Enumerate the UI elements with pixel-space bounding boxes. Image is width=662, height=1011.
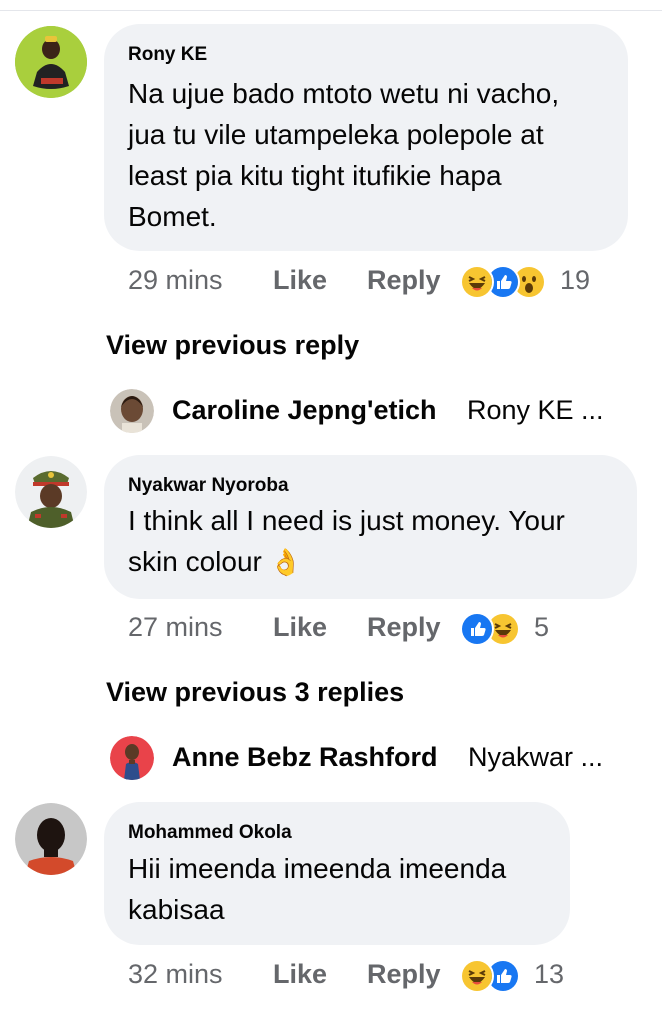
reaction-summary[interactable]: 19	[460, 265, 591, 299]
comment-text: Hii imeenda imeenda imeenda kabisaa	[128, 853, 507, 925]
reply-snippet: Rony KE ...	[467, 395, 604, 425]
comment-actions: 32 mins Like Reply 13	[128, 959, 648, 995]
like-button[interactable]: Like	[273, 959, 327, 990]
haha-icon	[460, 959, 494, 993]
reply-button[interactable]: Reply	[367, 612, 441, 643]
reaction-count: 19	[560, 265, 591, 295]
ok-hand-emoji: 👌	[269, 548, 302, 578]
like-button[interactable]: Like	[273, 612, 327, 643]
avatar-rony-ke[interactable]	[15, 26, 87, 98]
comment-time[interactable]: 32 mins	[128, 959, 223, 990]
comment-text: Na ujue bado mtoto wetu ni vacho, jua tu…	[128, 78, 560, 232]
comment-time[interactable]: 29 mins	[128, 265, 223, 296]
avatar-mohammed-okola[interactable]	[15, 803, 87, 875]
reply-preview[interactable]: Caroline Jepng'etich Rony KE ...	[110, 389, 650, 435]
like-icon	[460, 612, 494, 646]
like-button[interactable]: Like	[273, 265, 327, 296]
reply-author[interactable]: Caroline Jepng'etich	[172, 395, 436, 426]
reply-author[interactable]: Anne Bebz Rashford	[172, 742, 438, 773]
comment-actions: 29 mins Like Reply 19	[128, 265, 648, 301]
reaction-count: 13	[534, 959, 565, 989]
haha-icon	[460, 265, 494, 299]
reaction-summary[interactable]: 5	[460, 612, 560, 646]
reply-button[interactable]: Reply	[367, 959, 441, 990]
top-divider	[0, 10, 662, 11]
comment-author[interactable]: Rony KE	[128, 44, 207, 66]
view-previous-replies-button[interactable]: View previous 3 replies	[106, 677, 404, 708]
comment-time[interactable]: 27 mins	[128, 612, 223, 643]
avatar-caroline[interactable]	[110, 389, 154, 433]
reply-preview[interactable]: Anne Bebz Rashford Nyakwar ...	[110, 736, 650, 782]
comment-actions: 27 mins Like Reply 5	[128, 612, 648, 648]
comment-text: I think all I need is just money. Your s…	[128, 500, 628, 584]
comment-author[interactable]: Nyakwar Nyoroba	[128, 475, 289, 497]
reply-snippet: Nyakwar ...	[468, 742, 604, 772]
reaction-summary[interactable]: 13	[460, 959, 570, 993]
view-previous-replies-button[interactable]: View previous reply	[106, 330, 359, 361]
comment-text-body: I think all I need is just money. Your s…	[128, 505, 565, 577]
avatar-anne[interactable]	[110, 736, 154, 780]
comment-author[interactable]: Mohammed Okola	[128, 822, 292, 844]
reply-button[interactable]: Reply	[367, 265, 441, 296]
avatar-nyakwar-nyoroba[interactable]	[15, 456, 87, 528]
reaction-count: 5	[534, 612, 550, 642]
